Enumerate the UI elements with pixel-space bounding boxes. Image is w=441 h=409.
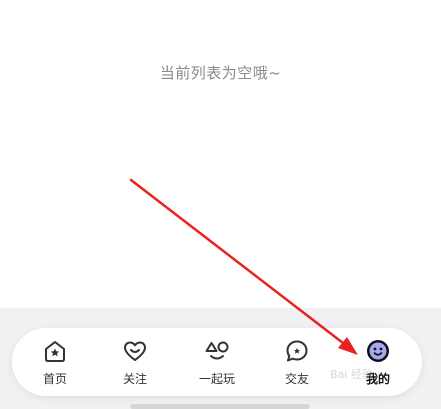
play-shapes-icon bbox=[205, 341, 229, 360]
tab-follow-label: 关注 bbox=[122, 372, 147, 386]
tab-friends[interactable]: 交友 bbox=[267, 338, 327, 390]
heart-smile-icon bbox=[124, 341, 146, 361]
tab-friends-label: 交友 bbox=[284, 372, 309, 386]
tab-follow[interactable]: 关注 bbox=[105, 338, 165, 390]
tab-mine[interactable]: 我的 bbox=[348, 338, 408, 390]
empty-list-message: 当前列表为空哦~ bbox=[159, 64, 282, 82]
watermark: Bai 经验 bbox=[330, 368, 373, 381]
avatar-icon bbox=[367, 340, 389, 362]
bottom-tab-bar: 首页 关注 一起玩 交友 我的 bbox=[12, 328, 422, 396]
tab-home-label: 首页 bbox=[42, 372, 67, 386]
tab-play-together[interactable]: 一起玩 bbox=[187, 338, 247, 390]
home-indicator bbox=[130, 404, 310, 409]
tab-home[interactable]: 首页 bbox=[25, 338, 85, 390]
chat-bubble-icon bbox=[286, 340, 308, 362]
tab-play-together-label: 一起玩 bbox=[198, 372, 235, 386]
home-icon bbox=[45, 341, 65, 362]
